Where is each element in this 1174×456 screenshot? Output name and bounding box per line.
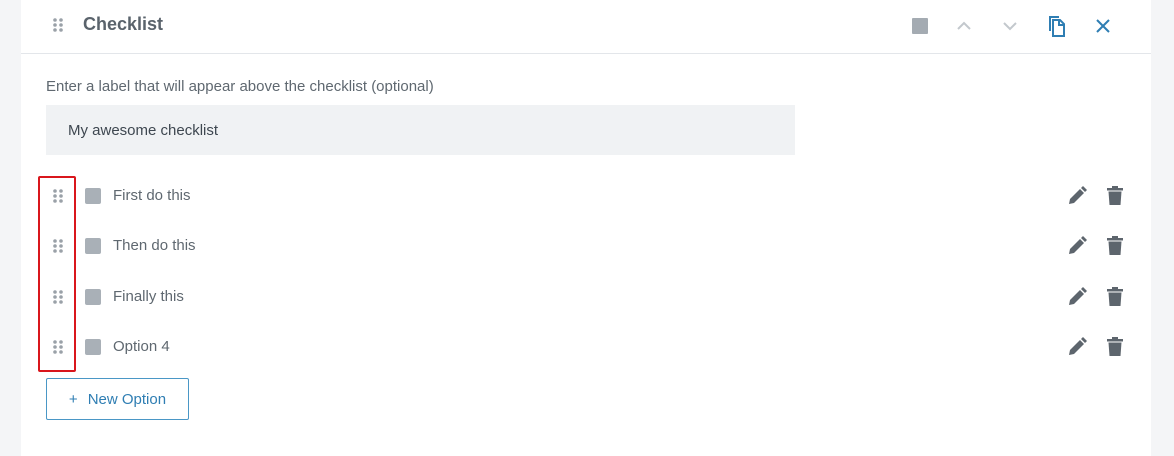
- trash-icon[interactable]: [1103, 234, 1127, 258]
- pencil-icon[interactable]: [1065, 335, 1089, 359]
- option-label: Then do this: [113, 237, 196, 254]
- option-row: Option 4: [21, 327, 1151, 367]
- option-label: Option 4: [113, 338, 170, 355]
- chevron-down-icon[interactable]: [995, 11, 1025, 41]
- drag-handle-icon[interactable]: [52, 289, 64, 305]
- option-checkbox[interactable]: [85, 289, 101, 305]
- label-prompt: Enter a label that will appear above the…: [46, 78, 434, 95]
- option-checkbox[interactable]: [85, 238, 101, 254]
- pencil-icon[interactable]: [1065, 184, 1089, 208]
- checklist-panel: Checklist Enter a label that will appear…: [21, 0, 1151, 456]
- trash-icon[interactable]: [1103, 285, 1127, 309]
- pencil-icon[interactable]: [1065, 234, 1089, 258]
- pencil-icon[interactable]: [1065, 285, 1089, 309]
- copy-icon[interactable]: [1041, 11, 1071, 41]
- option-label: Finally this: [113, 288, 184, 305]
- panel-header: Checklist: [21, 0, 1151, 54]
- option-label: First do this: [113, 187, 191, 204]
- trash-icon[interactable]: [1103, 335, 1127, 359]
- option-checkbox[interactable]: [85, 339, 101, 355]
- checklist-label-input[interactable]: [46, 105, 795, 155]
- drag-handle-icon[interactable]: [52, 238, 64, 254]
- option-row: First do this: [21, 176, 1151, 216]
- option-checkbox[interactable]: [85, 188, 101, 204]
- new-option-label: New Option: [87, 390, 167, 408]
- new-option-button[interactable]: + New Option: [46, 378, 189, 420]
- chevron-up-icon[interactable]: [949, 11, 979, 41]
- trash-icon[interactable]: [1103, 184, 1127, 208]
- close-icon[interactable]: [1088, 11, 1118, 41]
- option-row: Finally this: [21, 277, 1151, 317]
- option-row: Then do this: [21, 226, 1151, 266]
- drag-handle-icon[interactable]: [52, 17, 64, 33]
- drag-handle-icon[interactable]: [52, 339, 64, 355]
- panel-title: Checklist: [83, 14, 164, 34]
- square-icon[interactable]: [905, 11, 935, 41]
- plus-icon: +: [68, 390, 78, 408]
- drag-handle-icon[interactable]: [52, 188, 64, 204]
